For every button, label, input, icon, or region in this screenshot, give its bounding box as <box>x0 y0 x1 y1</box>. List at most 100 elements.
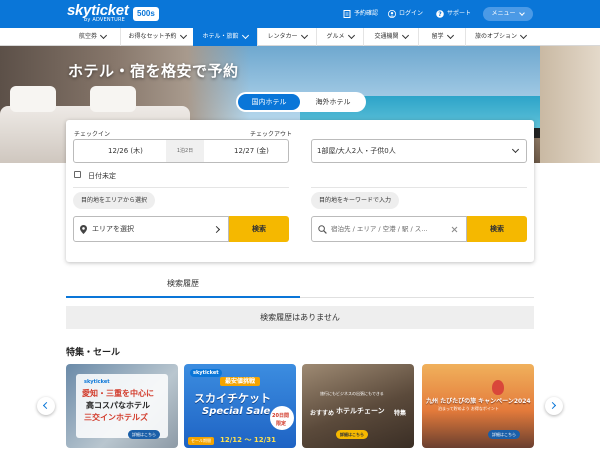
chevron-down-icon <box>99 31 108 40</box>
area-search-label: 目的地をエリアから選択 <box>73 192 156 209</box>
hero-pillow <box>10 86 56 112</box>
features-title: 特集・セール <box>66 348 121 358</box>
feature-banner-sanco-inn[interactable]: skyticket 愛知・三重を中心に 高コスパなホテル 三交インホテルズ 詳細… <box>66 364 178 448</box>
banner-line: 九州 たびたびの旅 キャンペーン2024 <box>426 398 531 405</box>
banner-brand: skyticket <box>190 369 222 377</box>
chevron-down-icon <box>179 31 187 40</box>
hotel-search-form: チェックイン チェックアウト 12/26 (木) 1泊2日 12/27 (金) … <box>66 120 534 262</box>
chevron-left-icon <box>42 401 51 410</box>
banner-line: 特集 <box>394 410 407 417</box>
keyword-search-label: 目的地をキーワードで入力 <box>311 192 400 209</box>
carousel-prev-button[interactable] <box>37 397 55 415</box>
keyword-placeholder: 宿泊先 / エリア / 空港 / 駅 / ス… <box>331 225 428 233</box>
banner-line: 三交インホテルズ <box>84 413 148 422</box>
feature-banner-special-sale[interactable]: skyticket 最安値挑戦 スカイチケット Special Sale 20日… <box>184 364 296 448</box>
balloon-icon <box>492 380 504 395</box>
hero-pillow <box>90 86 136 112</box>
area-select[interactable]: エリアを選択 <box>73 216 229 242</box>
reservation-check-label: 予約確認 <box>354 10 379 17</box>
chevron-down-icon <box>519 31 528 40</box>
banner-line: ホテルチェーン <box>336 407 385 415</box>
chevron-down-icon <box>511 145 520 154</box>
search-history-empty: 検索履歴はありません <box>66 306 534 329</box>
chevron-down-icon <box>300 31 308 40</box>
nav-item-transport[interactable]: 交通機関 <box>363 28 418 46</box>
chevron-down-icon <box>401 31 409 40</box>
tab-overseas-hotels[interactable]: 海外ホテル <box>302 94 364 110</box>
menu-button[interactable]: メニュー <box>483 7 533 21</box>
tab-search-history[interactable]: 検索履歴 <box>66 271 300 297</box>
checkout-label: チェックアウト <box>250 131 293 138</box>
top-header: skyticket by ADVENTURE 500s 予約確認 ログイン ? … <box>0 0 600 28</box>
nav-item-set-booking[interactable]: お得なセット予約 <box>120 28 193 46</box>
question-icon: ? <box>436 10 444 18</box>
keyword-search-button[interactable]: 検索 <box>467 216 527 242</box>
reservation-check-link[interactable]: 予約確認 <box>343 8 378 20</box>
banner-side: 限定 <box>276 421 287 427</box>
banner-ribbon: 最安値挑戦 <box>220 377 261 386</box>
banner-line: 旅行にもビジネスの出張にもできる <box>320 391 384 396</box>
nav-item-flights[interactable]: 航空券 <box>65 28 120 46</box>
checkin-date[interactable]: 12/26 (木) <box>108 140 143 162</box>
hero-wall <box>540 46 600 163</box>
date-undecided-label: 日付未定 <box>88 172 116 180</box>
main-nav: 航空券 お得なセット予約 ホテル・旅館 レンタカー グルメ 交通機関 留学 旅の… <box>0 28 600 46</box>
banner-detail-button[interactable]: 詳細はこちら <box>488 430 520 439</box>
banner-line: 泊まって貯めよう お得なポイント <box>438 406 499 411</box>
keyword-input[interactable]: 宿泊先 / エリア / 空港 / 駅 / ス… <box>311 216 467 242</box>
nav-item-rental-car[interactable]: レンタカー <box>257 28 316 46</box>
nav-item-label: グルメ <box>326 33 345 40</box>
hotel-type-toggle: 国内ホテル 海外ホテル <box>236 92 366 112</box>
banner-brand: skyticket <box>84 379 110 385</box>
banner-tag: セール期間 <box>188 437 214 445</box>
feature-banner-kyushu-campaign[interactable]: 九州 たびたびの旅 キャンペーン2024 泊まって貯めよう お得なポイント 詳細… <box>422 364 534 448</box>
clear-icon[interactable] <box>451 226 458 233</box>
checkin-label: チェックイン <box>74 131 111 138</box>
nav-item-label: 旅のオプション <box>474 33 517 40</box>
nav-item-hotels[interactable]: ホテル・旅館 <box>193 28 257 46</box>
support-link[interactable]: ? サポート <box>436 8 471 20</box>
chevron-right-icon <box>548 401 557 410</box>
rooms-guests-select[interactable]: 1部屋/大人2人・子供0人 <box>311 139 527 163</box>
logo-subtitle: by ADVENTURE <box>84 17 125 23</box>
banner-line: Special Sale <box>202 406 271 417</box>
date-range-picker[interactable]: 12/26 (木) 1泊2日 12/27 (金) <box>73 139 289 163</box>
svg-text:?: ? <box>438 11 442 18</box>
carousel-next-button[interactable] <box>545 397 563 415</box>
tab-domestic-hotels[interactable]: 国内ホテル <box>238 94 300 110</box>
checkout-date[interactable]: 12/27 (金) <box>234 140 269 162</box>
nights-count: 1泊2日 <box>166 140 204 162</box>
banner-detail-button[interactable]: 詳細はこちら <box>128 430 160 439</box>
nav-item-label: レンタカー <box>267 33 298 40</box>
chevron-down-icon <box>241 31 249 40</box>
skyticket-logo[interactable]: skyticket <box>67 3 129 18</box>
nav-item-label: お得なセット予約 <box>128 33 177 40</box>
page-title: ホテル・宿を格安で予約 <box>68 62 239 80</box>
banner-period: 12/12 〜 12/31 <box>220 436 276 444</box>
chevron-down-icon <box>519 10 526 16</box>
divider <box>311 187 527 188</box>
banner-line: 高コスパなホテル <box>86 401 150 410</box>
date-undecided-checkbox[interactable] <box>74 171 81 178</box>
login-label: ログイン <box>399 10 424 17</box>
500s-badge[interactable]: 500s <box>133 7 159 21</box>
nav-item-gourmet[interactable]: グルメ <box>316 28 363 46</box>
rooms-guests-value: 1部屋/大人2人・子供0人 <box>317 147 396 155</box>
nav-item-travel-options[interactable]: 旅のオプション <box>465 28 535 46</box>
banner-line: 愛知・三重を中心に <box>82 389 154 398</box>
menu-label: メニュー <box>491 10 516 17</box>
banner-line: スカイチケット <box>194 392 271 405</box>
chevron-right-icon <box>212 225 221 234</box>
login-link[interactable]: ログイン <box>388 8 423 20</box>
banner-line: おすすめ <box>310 410 335 417</box>
feature-banner-hotel-chain[interactable]: 旅行にもビジネスの出張にもできる おすすめ ホテルチェーン 特集 詳細はこちら <box>302 364 414 448</box>
chevron-down-icon <box>446 31 454 40</box>
banner-detail-button[interactable]: 詳細はこちら <box>336 430 368 439</box>
tab-divider <box>300 297 534 298</box>
nav-item-label: 留学 <box>431 33 444 40</box>
support-label: サポート <box>447 10 472 17</box>
area-search-button[interactable]: 検索 <box>229 216 289 242</box>
nav-item-label: 航空券 <box>78 33 97 40</box>
nav-item-study-abroad[interactable]: 留学 <box>418 28 465 46</box>
location-pin-icon <box>80 225 87 234</box>
